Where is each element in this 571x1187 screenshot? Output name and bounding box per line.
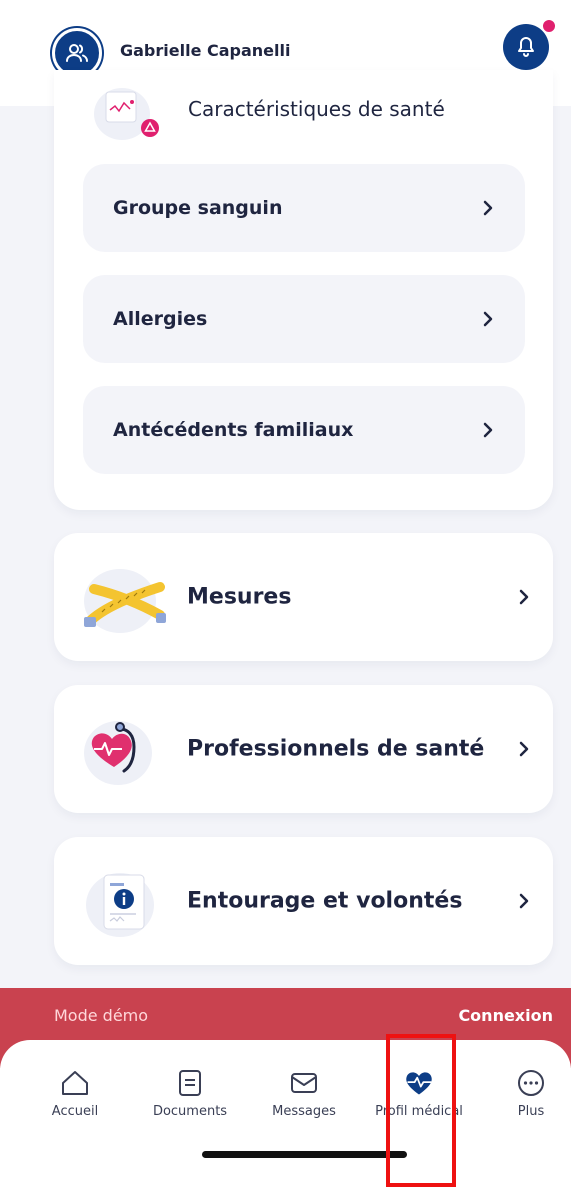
- bell-icon: [518, 37, 534, 57]
- chevron-right-icon: [519, 893, 529, 909]
- chevron-right-icon: [483, 311, 493, 327]
- tab-home[interactable]: Accueil: [20, 1068, 130, 1119]
- chevron-right-icon: [483, 200, 493, 216]
- row-label: Antécédents familiaux: [113, 419, 354, 441]
- chevron-right-icon: [519, 741, 529, 757]
- chevron-right-icon: [519, 589, 529, 605]
- card-label: Professionnels de santé: [187, 736, 485, 762]
- tab-label: Plus: [517, 1104, 545, 1119]
- stethoscope-heart-icon: [84, 721, 152, 785]
- card-measures[interactable]: Mesures: [54, 533, 553, 661]
- row-allergies[interactable]: Allergies: [83, 275, 525, 363]
- row-family-history[interactable]: Antécédents familiaux: [83, 386, 525, 474]
- tab-label: Messages: [272, 1104, 336, 1119]
- card-label: Mesures: [187, 584, 292, 610]
- card-entourage[interactable]: Entourage et volontés: [54, 837, 553, 965]
- card-health-professionals[interactable]: Professionnels de santé: [54, 685, 553, 813]
- chevron-right-icon: [483, 422, 493, 438]
- tab-label: Documents: [152, 1104, 228, 1119]
- mail-icon: [289, 1068, 319, 1098]
- row-label: Groupe sanguin: [113, 197, 283, 219]
- user-name[interactable]: Gabrielle Capanelli: [120, 41, 290, 60]
- card-label: Entourage et volontés: [187, 888, 463, 914]
- tab-label: Accueil: [51, 1104, 99, 1119]
- health-chart-alert-icon: [94, 88, 159, 140]
- tape-measure-icon: [84, 569, 166, 633]
- selection-highlight-box: [386, 1034, 456, 1187]
- document-icon: [175, 1068, 205, 1098]
- demo-mode-label: Mode démo: [54, 1006, 149, 1025]
- info-document-icon: [86, 873, 154, 937]
- row-label: Allergies: [113, 308, 208, 330]
- users-icon: [66, 44, 88, 62]
- unread-badge: [541, 18, 557, 34]
- tab-messages[interactable]: Messages: [249, 1068, 359, 1119]
- home-indicator[interactable]: [202, 1151, 407, 1158]
- tab-documents[interactable]: Documents: [135, 1068, 245, 1119]
- tab-more[interactable]: Plus: [476, 1068, 571, 1119]
- section-title: Caractéristiques de santé: [188, 97, 445, 121]
- home-icon: [60, 1068, 90, 1098]
- more-icon: [516, 1068, 546, 1098]
- row-blood-group[interactable]: Groupe sanguin: [83, 164, 525, 252]
- login-button[interactable]: Connexion: [458, 1006, 553, 1025]
